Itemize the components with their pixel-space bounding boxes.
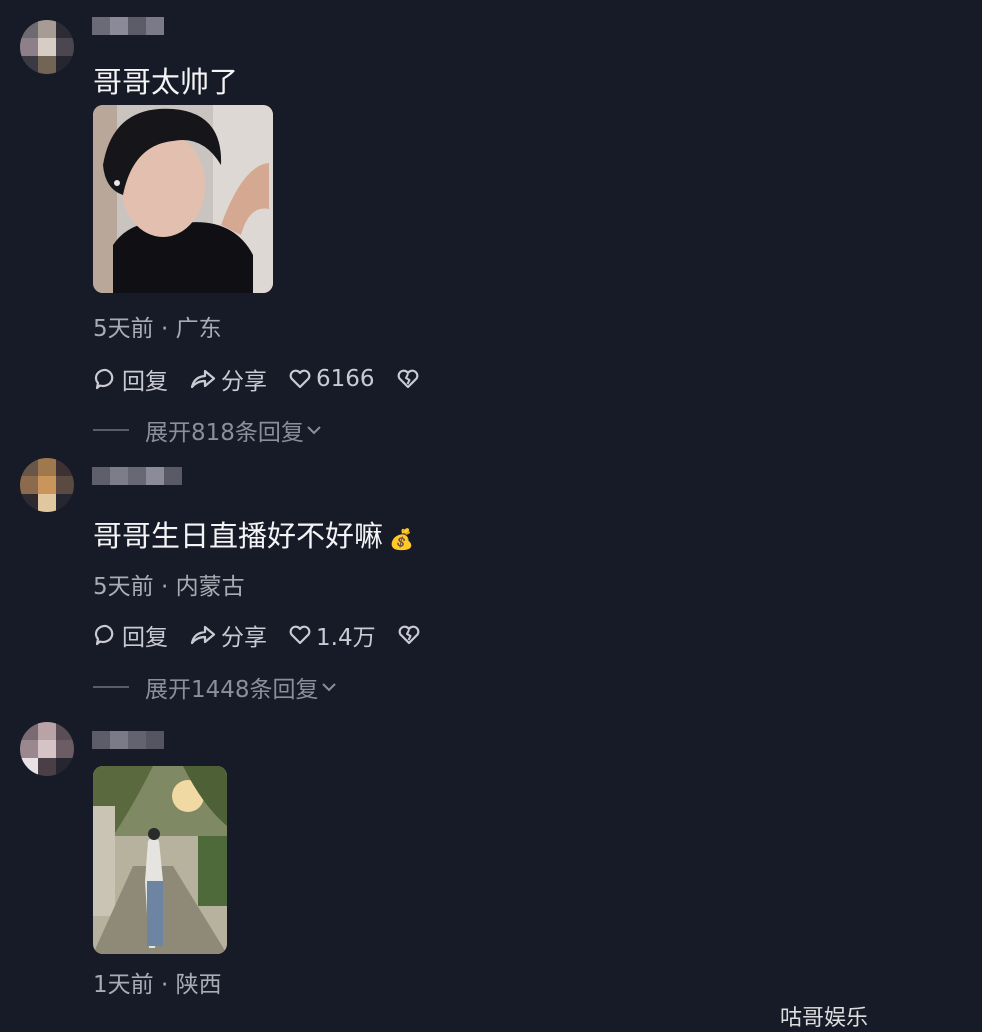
watermark: 咕哥娱乐 [780, 1006, 869, 1031]
speech-bubble-icon [94, 624, 114, 646]
divider [93, 429, 129, 431]
broken-heart-icon [397, 369, 418, 389]
expand-replies-label: 展开1448条回复 [145, 677, 319, 703]
reply-label: 回复 [122, 625, 168, 651]
like-button[interactable]: 6166 [287, 366, 375, 392]
comment-meta: 5天前 · 内蒙古 [93, 574, 245, 600]
username[interactable] [92, 458, 182, 494]
broken-heart-icon [398, 625, 419, 645]
comment-meta: 1天前 · 陕西 [93, 972, 222, 998]
chevron-down-icon [321, 683, 336, 692]
share-arrow-icon [190, 625, 216, 645]
dislike-button[interactable] [395, 366, 424, 392]
like-button[interactable]: 1.4万 [287, 618, 376, 652]
comment-text: 哥哥生日直播好不好嘛 💰 [93, 518, 414, 557]
username[interactable] [92, 8, 164, 44]
money-bag-emoji: 💰 [389, 527, 414, 551]
share-button[interactable]: 分享 [188, 362, 267, 396]
dislike-button[interactable] [396, 622, 425, 648]
divider [93, 686, 129, 688]
share-label: 分享 [221, 625, 267, 651]
avatar[interactable] [20, 20, 74, 74]
avatar[interactable] [20, 458, 74, 512]
reply-button[interactable]: 回复 [93, 362, 168, 396]
share-arrow-icon [190, 369, 216, 389]
expand-replies-button[interactable]: 展开818条回复 [93, 415, 324, 446]
heart-icon [289, 625, 311, 645]
heart-icon [289, 369, 311, 389]
expand-replies-button[interactable]: 展开1448条回复 [93, 672, 339, 703]
comment-text-content: 哥哥生日直播好不好嘛 [93, 519, 384, 553]
reply-label: 回复 [122, 369, 168, 395]
avatar[interactable] [20, 722, 74, 776]
like-count: 1.4万 [316, 625, 376, 651]
comment-image[interactable] [93, 105, 273, 293]
share-button[interactable]: 分享 [188, 618, 267, 652]
comment-image[interactable] [93, 766, 227, 954]
chevron-down-icon [307, 426, 321, 435]
comment-actions: 回复 分享 1.4万 [93, 618, 445, 652]
username[interactable] [92, 722, 164, 758]
speech-bubble-icon [94, 368, 114, 390]
comment-actions: 回复 分享 6166 [93, 362, 444, 396]
share-label: 分享 [221, 369, 267, 395]
street-photo [93, 766, 227, 954]
comment-text: 哥哥太帅了 [93, 65, 239, 99]
comment-meta: 5天前 · 广东 [93, 316, 222, 342]
reply-button[interactable]: 回复 [93, 618, 168, 652]
expand-replies-label: 展开818条回复 [145, 420, 304, 446]
portrait-photo [93, 105, 273, 293]
like-count: 6166 [316, 366, 375, 392]
